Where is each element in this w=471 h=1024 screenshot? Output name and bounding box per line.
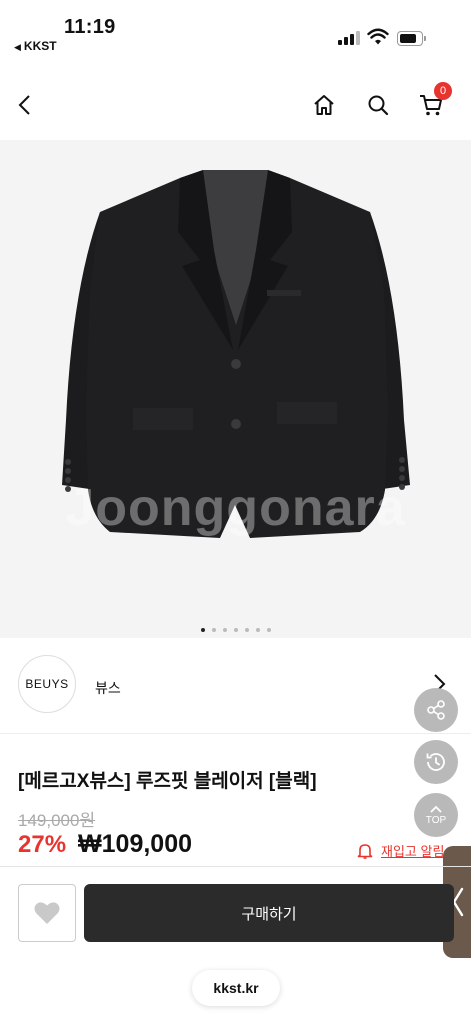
back-button[interactable] [8,88,42,122]
home-icon [314,95,334,115]
page-dot[interactable] [233,628,238,632]
restock-alert-link[interactable]: 재입고 알림 [357,841,444,860]
chevron-up-icon [430,805,442,813]
brand-row[interactable]: BEUYS 뷰스 [0,638,471,734]
wishlist-button[interactable] [18,884,76,942]
history-icon [426,753,445,771]
divider [0,866,471,867]
scroll-top-label: TOP [425,814,447,826]
search-button[interactable] [361,88,395,122]
back-app-label: KKST [23,39,57,53]
back-triangle-icon: ◀ [14,42,21,52]
discount-rate: 27% [18,831,67,858]
restock-label: 재입고 알림 [381,844,445,859]
share-button[interactable] [414,688,458,732]
gallery-pagination [0,628,471,632]
bell-icon [357,843,373,859]
original-price: 149,000원 [18,811,96,830]
page-dot[interactable] [222,628,227,632]
share-icon [427,700,445,720]
status-time: 11:19 [64,16,116,38]
page-dot[interactable] [211,628,216,632]
product-title: [메르고X뷰스] 루즈핏 블레이저 [블랙] [18,771,317,792]
cellular-signal-icon [338,31,362,45]
price-row: 27% ₩109,000 [18,830,192,859]
home-button[interactable] [307,88,341,122]
image-watermark: Joonggonara [65,479,406,537]
buy-button[interactable]: 구매하기 [84,884,454,942]
page-dot[interactable] [244,628,249,632]
recently-viewed-button[interactable] [414,740,458,784]
page-dot[interactable] [255,628,260,632]
product-image-gallery[interactable]: Joonggonara [0,140,471,638]
page-dot[interactable] [266,628,271,632]
search-icon [368,95,389,116]
browser-url-pill[interactable]: kkst.kr [192,970,280,1006]
sale-price: ₩109,000 [78,830,193,858]
page-dot[interactable] [200,628,205,632]
top-navigation: 0 [0,70,471,140]
scroll-top-button[interactable]: TOP [414,793,458,837]
chevron-left-icon [18,95,30,115]
heart-icon [34,902,60,924]
brand-name: 뷰스 [95,680,121,696]
wifi-icon [367,28,389,45]
cart-count-badge: 0 [434,82,452,100]
brand-logo: BEUYS [18,655,76,713]
back-to-app-link[interactable]: ◀ KKST [14,39,57,53]
blazer-image [62,170,410,538]
status-bar: 11:19 ◀ KKST [0,0,471,62]
battery-icon [397,31,427,46]
cart-button[interactable]: 0 [414,82,452,122]
